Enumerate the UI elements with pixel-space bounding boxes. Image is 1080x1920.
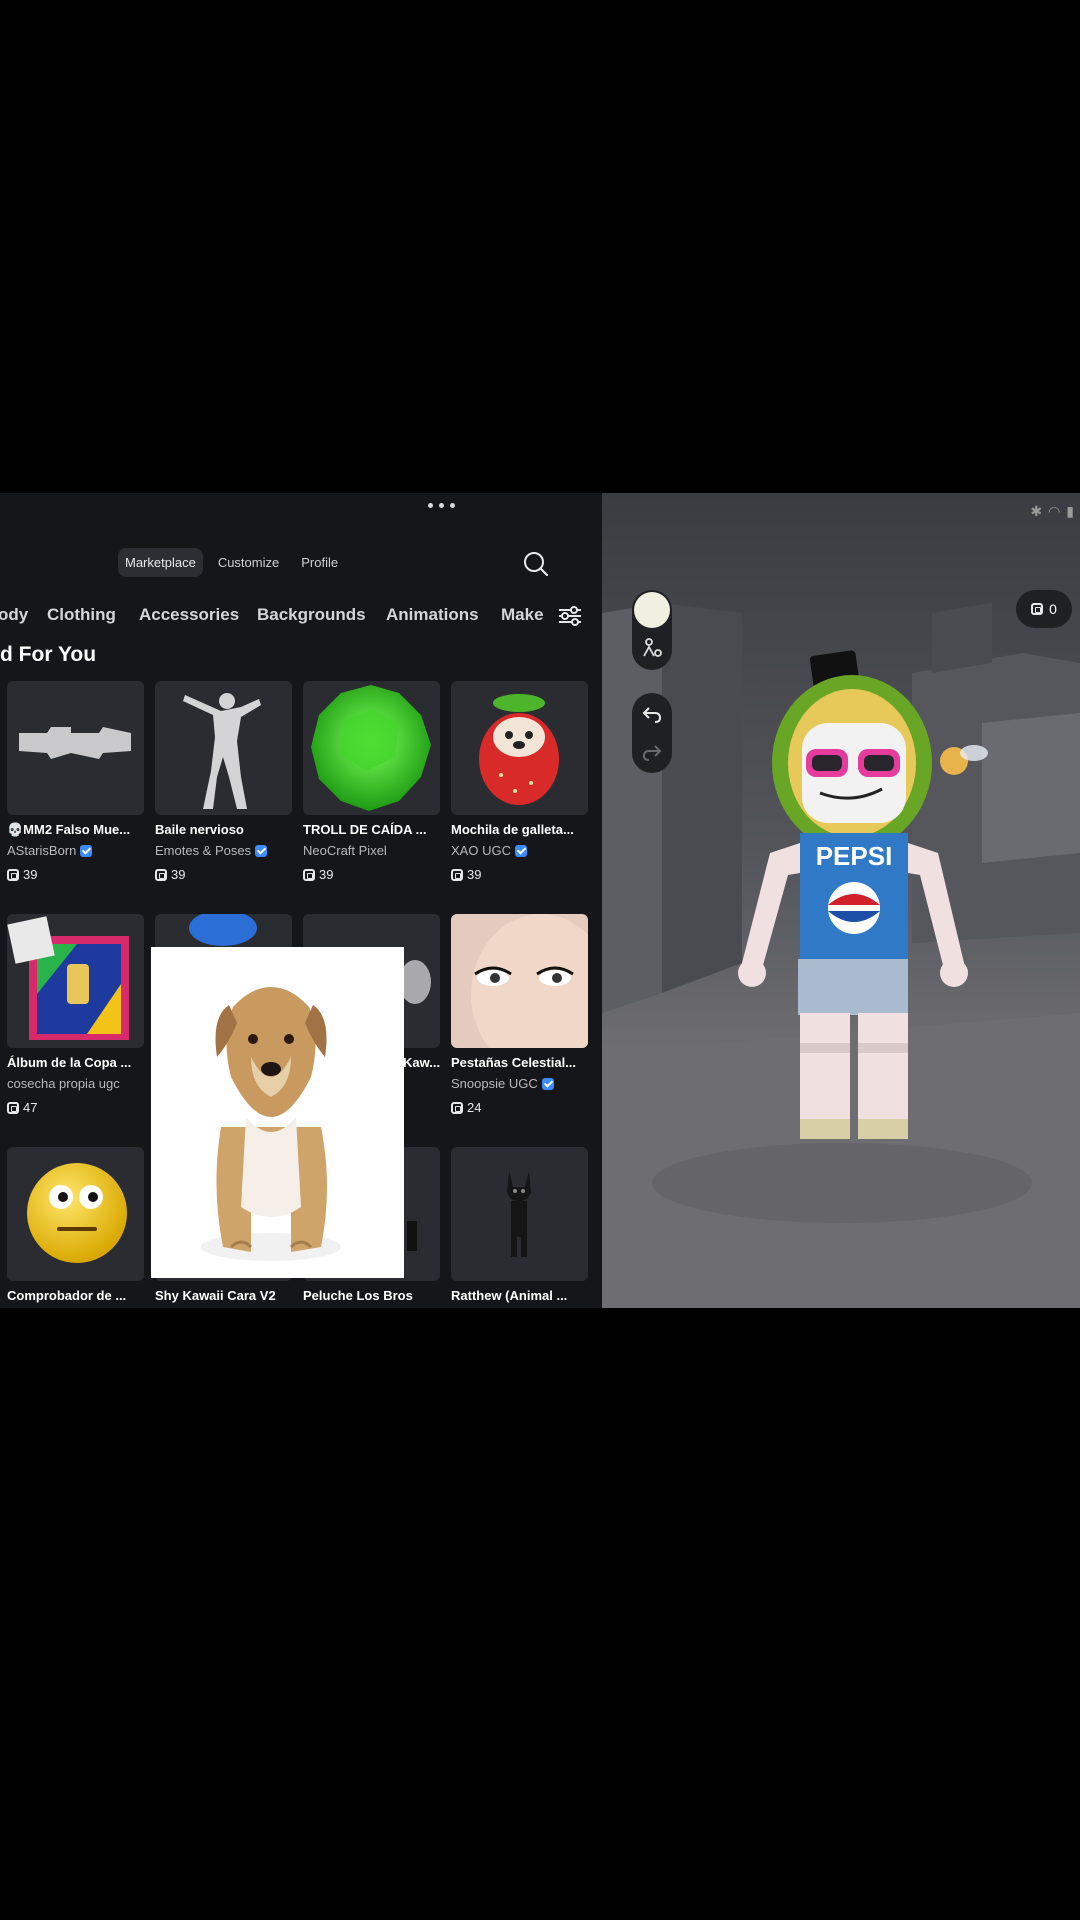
dog-illustration <box>201 987 341 1261</box>
wifi-icon: ◠ <box>1048 503 1061 519</box>
robux-icon <box>7 1101 19 1114</box>
item-name: Ratthew (Animal ... <box>451 1288 568 1303</box>
bluetooth-icon: ✱ <box>1030 503 1043 519</box>
avatar-tool-group <box>632 590 672 670</box>
search-icon[interactable] <box>522 550 550 578</box>
item-card[interactable]: TROLL DE CAÍDA ... NeoCraft Pixel 39 <box>303 681 440 906</box>
multitasking-dots[interactable] <box>428 499 468 513</box>
category-clothing[interactable]: Clothing <box>47 605 116 625</box>
item-card[interactable]: Ratthew (Animal ... <box>451 1147 588 1308</box>
status-icons: ✱ ◠ ▮ <box>1030 503 1074 520</box>
item-thumbnail <box>451 1147 588 1281</box>
tab-profile[interactable]: Profile <box>294 548 345 577</box>
category-make[interactable]: Make <box>501 605 544 625</box>
top-nav: Marketplace Customize Profile <box>118 548 345 577</box>
verified-icon <box>541 1077 554 1090</box>
item-thumbnail <box>7 681 144 815</box>
item-card[interactable]: Álbum de la Copa ... cosecha propia ugc … <box>7 914 144 1139</box>
item-price: 24 <box>451 1100 481 1115</box>
item-name: Baile nervioso <box>155 822 244 837</box>
undo-icon[interactable] <box>641 703 663 725</box>
item-name: Mochila de galleta... <box>451 822 574 837</box>
item-card[interactable]: Baile nervioso Emotes & Poses 39 <box>155 681 292 906</box>
item-thumbnail <box>451 914 588 1048</box>
item-card[interactable]: Pestañas Celestial... Snoopsie UGC 24 <box>451 914 588 1139</box>
item-price: 39 <box>155 867 185 882</box>
item-creator: Snoopsie UGC <box>451 1076 588 1091</box>
robux-icon <box>451 868 463 881</box>
item-card[interactable]: Comprobador de ... <box>7 1147 144 1308</box>
item-name: TROLL DE CAÍDA ... <box>303 822 427 837</box>
robux-icon <box>1031 603 1044 615</box>
section-title: d For You <box>0 643 97 666</box>
dog-image-overlay <box>151 947 404 1278</box>
category-body[interactable]: ody <box>0 605 28 625</box>
item-creator: NeoCraft Pixel <box>303 843 387 858</box>
app-window: ✱ ◠ ▮ Marketplace Customize Profile ody … <box>0 493 1080 1308</box>
item-thumbnail <box>451 681 588 815</box>
item-creator: XAO UGC <box>451 843 588 858</box>
item-price: 47 <box>7 1100 37 1115</box>
robux-balance-value: 0 <box>1049 601 1057 617</box>
item-name: Peluche Los Bros <box>303 1288 413 1303</box>
item-price: 39 <box>303 867 333 882</box>
item-card[interactable]: 💀MM2 Falso Mue... AStarisBorn 39 <box>7 681 144 906</box>
verified-icon <box>80 844 93 857</box>
category-bar: ody Clothing Accessories Backgrounds Ani… <box>0 597 602 637</box>
item-creator: cosecha propia ugc <box>7 1076 120 1091</box>
category-backgrounds[interactable]: Backgrounds <box>257 605 366 625</box>
category-accessories[interactable]: Accessories <box>139 605 239 625</box>
robux-balance[interactable]: 0 <box>1016 590 1072 628</box>
item-name: Shy Kawaii Cara V2 <box>155 1288 276 1303</box>
undo-redo-group <box>632 693 672 773</box>
robux-icon <box>155 868 167 881</box>
item-thumbnail <box>7 1147 144 1281</box>
avatar-character: PEPSI <box>738 650 988 1139</box>
item-name: Pestañas Celestial... <box>451 1055 577 1070</box>
item-thumbnail <box>303 681 440 815</box>
item-name: 💀MM2 Falso Mue... <box>7 822 131 837</box>
verified-icon <box>514 844 527 857</box>
avatar-viewport[interactable]: PEPSI <box>602 493 1080 1308</box>
filter-icon[interactable] <box>555 601 585 631</box>
robux-icon <box>7 868 19 881</box>
item-name: Kaw... <box>403 1055 440 1070</box>
item-thumbnail <box>7 914 144 1048</box>
avatar-shirt-text: PEPSI <box>816 841 893 871</box>
avatar-headshot-button[interactable] <box>634 592 670 628</box>
item-name: Álbum de la Copa ... <box>7 1055 132 1070</box>
item-price: 39 <box>7 867 37 882</box>
item-card[interactable]: Mochila de galleta... XAO UGC 39 <box>451 681 588 906</box>
item-name: Comprobador de ... <box>7 1288 127 1303</box>
avatar-settings-icon[interactable] <box>640 636 664 660</box>
category-animations[interactable]: Animations <box>386 605 479 625</box>
item-creator: Emotes & Poses <box>155 843 292 858</box>
redo-icon[interactable] <box>641 741 663 763</box>
robux-icon <box>303 868 315 881</box>
battery-icon: ▮ <box>1066 503 1074 519</box>
item-creator: AStarisBorn <box>7 843 144 858</box>
marketplace-panel: Marketplace Customize Profile ody Clothi… <box>0 493 602 1308</box>
verified-icon <box>255 844 268 857</box>
tab-marketplace[interactable]: Marketplace <box>118 548 203 577</box>
robux-icon <box>451 1101 463 1114</box>
item-thumbnail <box>155 681 292 815</box>
item-price: 39 <box>451 867 481 882</box>
tab-customize[interactable]: Customize <box>211 548 286 577</box>
